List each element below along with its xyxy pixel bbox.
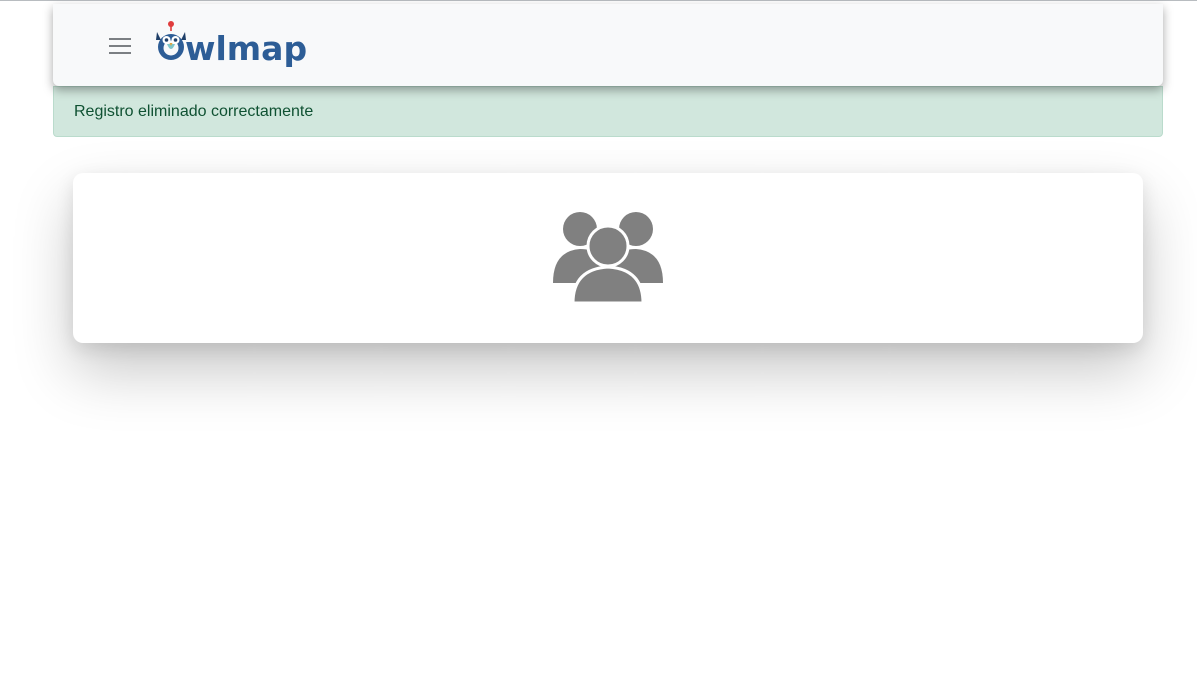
menu-toggle-button[interactable] xyxy=(100,30,140,62)
owlmap-logo[interactable]: wlmap xyxy=(154,20,314,70)
success-alert: Registro eliminado correctamente xyxy=(53,86,1163,137)
svg-text:wlmap: wlmap xyxy=(185,29,307,68)
top-navbar: wlmap xyxy=(53,4,1163,86)
users-icon-graphic xyxy=(553,212,663,305)
alert-message: Registro eliminado correctamente xyxy=(74,103,314,120)
users-card xyxy=(73,173,1143,343)
page: wlmap Registro eliminado correctamente xyxy=(0,0,1197,673)
hamburger-menu-icon xyxy=(109,38,131,54)
users-group-icon[interactable] xyxy=(553,211,663,305)
owlmap-logo-graphic: wlmap xyxy=(156,21,307,68)
